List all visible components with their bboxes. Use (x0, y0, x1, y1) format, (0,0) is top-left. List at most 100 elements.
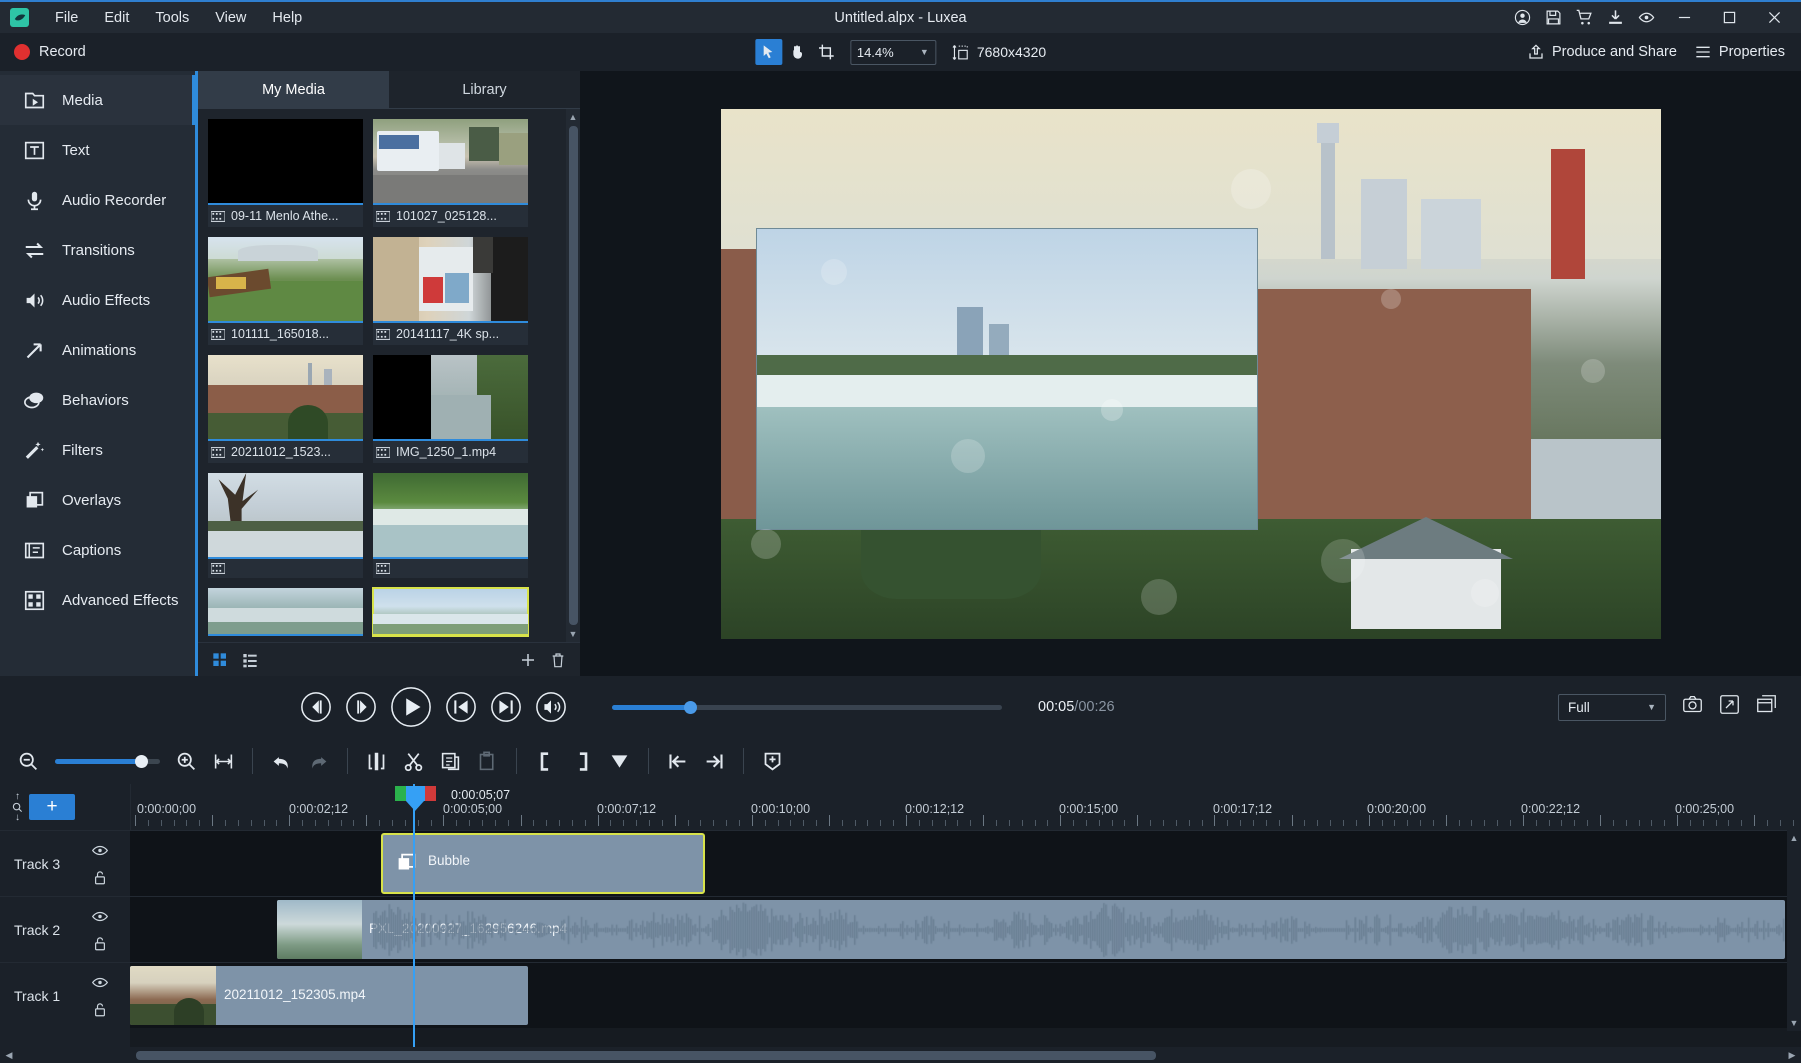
zoom-out-icon[interactable] (18, 751, 39, 772)
select-tool[interactable] (754, 39, 782, 65)
sidebar-item-audio-recorder[interactable]: Audio Recorder (0, 175, 195, 225)
media-item[interactable] (208, 588, 363, 636)
marker-icon[interactable] (609, 751, 630, 772)
paste-icon[interactable] (477, 751, 498, 772)
scroll-down-icon[interactable]: ▼ (569, 629, 578, 639)
properties-button[interactable]: Properties (1695, 44, 1785, 60)
timeline-clip-bubble[interactable]: Bubble (381, 833, 705, 894)
media-item[interactable]: 20141117_4K sp... (373, 237, 528, 345)
maximize-button[interactable] (1707, 2, 1752, 33)
eye-icon[interactable] (1631, 2, 1662, 33)
download-icon[interactable] (1600, 2, 1631, 33)
eye-icon[interactable] (92, 975, 108, 990)
zoom-down-arrow-icon[interactable]: ↓ (15, 812, 20, 823)
zoom-up-arrow-icon[interactable]: ↑ (15, 791, 20, 802)
playhead-handle[interactable] (406, 786, 425, 811)
menu-tools[interactable]: Tools (143, 6, 201, 30)
sidebar-item-transitions[interactable]: Transitions (0, 225, 195, 275)
volume-button[interactable] (535, 691, 567, 723)
media-item[interactable]: 101027_025128... (373, 119, 528, 227)
fit-timeline-icon[interactable] (213, 751, 234, 772)
media-item[interactable]: 09-11 Menlo Athe... (208, 119, 363, 227)
cart-icon[interactable] (1569, 2, 1600, 33)
lock-icon[interactable] (92, 1002, 108, 1017)
track-row-2[interactable]: PXL_20200927_162956246.mp4 (130, 896, 1801, 962)
timeline-clip-pxl[interactable]: PXL_20200927_162956246.mp4 (277, 900, 1785, 959)
mark-out-icon[interactable] (572, 751, 593, 772)
account-icon[interactable] (1507, 2, 1538, 33)
sidebar-item-audio-effects[interactable]: Audio Effects (0, 275, 195, 325)
menu-view[interactable]: View (203, 6, 258, 30)
media-item[interactable]: IMG_1250_1.mp4 (373, 355, 528, 463)
jump-start-button[interactable] (445, 691, 477, 723)
hscroll-thumb[interactable] (136, 1050, 1156, 1060)
scroll-thumb[interactable] (568, 126, 578, 625)
cut-icon[interactable] (403, 751, 424, 772)
sidebar-item-text[interactable]: Text (0, 125, 195, 175)
play-button[interactable] (390, 686, 432, 728)
lock-icon[interactable] (92, 870, 108, 885)
eye-icon[interactable] (92, 843, 108, 858)
scroll-left-icon[interactable]: ◀ (2, 1050, 16, 1061)
prev-edit-icon[interactable] (667, 751, 688, 772)
tab-library[interactable]: Library (389, 71, 580, 109)
menu-help[interactable]: Help (260, 6, 314, 30)
media-item-selected[interactable] (372, 587, 529, 637)
detach-window-icon[interactable] (1756, 694, 1777, 720)
mark-out-handle[interactable] (425, 786, 436, 801)
step-back-button[interactable] (300, 691, 332, 723)
scroll-down-icon[interactable]: ▼ (1790, 1018, 1799, 1028)
sidebar-item-advanced-effects[interactable]: Advanced Effects (0, 575, 195, 625)
track-row-1[interactable]: 20211012_152305.mp4 (130, 962, 1801, 1028)
quality-select[interactable]: Full ▼ (1558, 693, 1666, 721)
track-row-3[interactable]: Bubble (130, 830, 1801, 896)
pan-tool[interactable] (784, 39, 811, 65)
menu-file[interactable]: File (43, 6, 90, 30)
tab-my-media[interactable]: My Media (198, 71, 389, 109)
timeline-ruler[interactable]: 0:00:00;00 0:00:02;12 0:00:05;00 0:00:07… (130, 784, 1801, 830)
list-view-icon[interactable] (242, 652, 258, 668)
media-item[interactable]: 20211012_1523... (208, 355, 363, 463)
step-forward-button[interactable] (345, 691, 377, 723)
sidebar-item-behaviors[interactable]: Behaviors (0, 375, 195, 425)
produce-and-share-button[interactable]: Produce and Share (1528, 44, 1677, 60)
preview-stage[interactable] (720, 108, 1661, 639)
project-dimensions[interactable]: 7680x4320 (952, 44, 1046, 61)
seek-knob[interactable] (684, 700, 697, 714)
scroll-up-icon[interactable]: ▲ (569, 112, 578, 122)
add-track-button[interactable]: + (29, 794, 75, 820)
grid-view-icon[interactable] (212, 652, 228, 668)
fullscreen-icon[interactable] (1719, 694, 1740, 720)
mark-in-handle[interactable] (395, 786, 406, 801)
copy-icon[interactable] (440, 751, 461, 772)
track-header-1[interactable]: Track 1 (0, 962, 130, 1028)
timeline-horizontal-scrollbar[interactable]: ◀ ▶ (0, 1047, 1801, 1063)
track-header-2[interactable]: Track 2 (0, 896, 130, 962)
timeline-clip-20211012[interactable]: 20211012_152305.mp4 (130, 966, 528, 1025)
next-edit-icon[interactable] (704, 751, 725, 772)
seek-track[interactable] (612, 700, 1002, 714)
media-item[interactable] (373, 473, 528, 578)
delete-media-icon[interactable] (550, 652, 566, 668)
eye-icon[interactable] (92, 909, 108, 924)
split-icon[interactable] (366, 751, 387, 772)
zoom-level-select[interactable]: 14.4% ▼ (849, 39, 936, 65)
jump-end-button[interactable] (490, 691, 522, 723)
close-button[interactable] (1752, 2, 1797, 33)
hscroll-track[interactable] (16, 1050, 1785, 1060)
record-button[interactable]: Record (14, 44, 86, 60)
add-media-icon[interactable] (520, 652, 536, 668)
snapshot-icon[interactable] (1682, 694, 1703, 720)
add-marker-icon[interactable] (762, 751, 783, 772)
undo-icon[interactable] (271, 751, 292, 772)
seek-bar[interactable] (612, 700, 1002, 714)
timeline-vertical-scrollbar[interactable]: ▲ ▼ (1787, 830, 1801, 1031)
scroll-up-icon[interactable]: ▲ (1790, 833, 1799, 843)
crop-tool[interactable] (813, 39, 840, 65)
media-item[interactable]: 101111_165018... (208, 237, 363, 345)
media-item[interactable] (208, 473, 363, 578)
zoom-slider-knob[interactable] (135, 754, 148, 768)
media-scrollbar[interactable]: ▲ ▼ (566, 109, 580, 642)
scroll-right-icon[interactable]: ▶ (1785, 1050, 1799, 1061)
timeline-zoom-slider[interactable] (55, 754, 160, 768)
